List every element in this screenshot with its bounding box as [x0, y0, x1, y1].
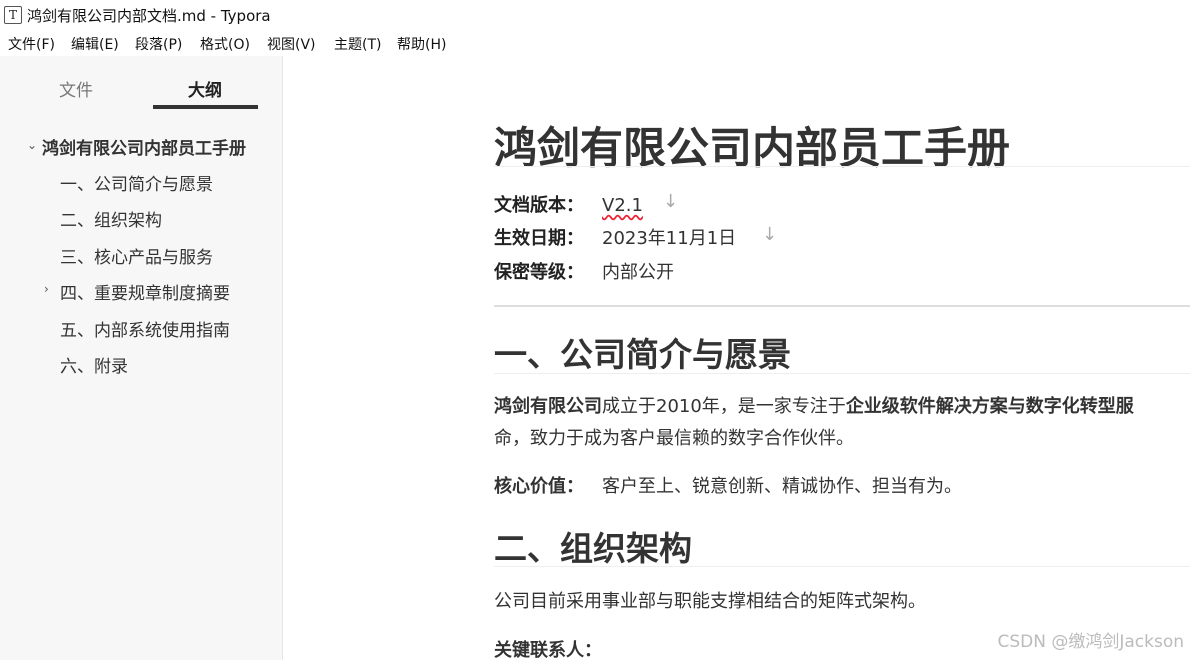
bold-business-focus: 企业级软件解决方案与数字化转型服 [845, 396, 1134, 417]
active-tab-indicator [153, 105, 258, 109]
tab-files[interactable]: 文件 [59, 76, 93, 101]
typora-app-icon: T [4, 6, 22, 24]
core-values-label: 核心价值： [494, 476, 584, 497]
paragraph-org: 公司目前采用事业部与职能支撑相结合的矩阵式架构。 [494, 591, 926, 612]
window-title: 鸿剑有限公司内部文档.md - Typora [27, 7, 271, 25]
arrow-down-icon: ↓ [762, 224, 778, 245]
arrow-down-icon: ↓ [663, 191, 679, 212]
paragraph-intro: 鸿剑有限公司成立于2010年，是一家专注于企业级软件解决方案与数字化转型服 [494, 391, 1134, 423]
menu-format[interactable]: 格式(O) [200, 34, 250, 54]
paragraph-intro-line2: 命，致力于成为客户最信赖的数字合作伙伴。 [494, 428, 854, 449]
editor-area[interactable]: 鸿剑有限公司内部员工手册 文档版本： V2.1 ↓ 生效日期： 2023年11月1日… [283, 56, 1190, 660]
meta-date-value: 2023年11月1日 [602, 228, 737, 249]
meta-confidentiality-value: 内部公开 [602, 262, 674, 283]
section-heading-1: 一、公司简介与愿景 [494, 335, 791, 374]
section-heading-2: 二、组织架构 [494, 529, 692, 568]
chevron-down-icon[interactable]: ⌄ [27, 138, 37, 152]
outline-item-root[interactable]: 鸿剑有限公司内部员工手册 [42, 134, 246, 159]
menu-bar: 文件(F) 编辑(E) 段落(P) 格式(O) 视图(V) 主题(T) 帮助(H… [0, 30, 1190, 56]
title-bar: T 鸿剑有限公司内部文档.md - Typora [0, 0, 1190, 30]
contacts-label: 关键联系人： [494, 640, 602, 660]
meta-version-value: V2.1 [602, 195, 643, 216]
horizontal-rule [494, 305, 1190, 307]
core-values-text: 客户至上、锐意创新、精诚协作、担当有为。 [602, 476, 962, 497]
chevron-right-icon[interactable]: › [44, 282, 49, 296]
outline-item-6[interactable]: 六、附录 [60, 352, 128, 377]
menu-theme[interactable]: 主题(T) [334, 34, 381, 54]
tab-outline[interactable]: 大纲 [188, 76, 222, 101]
csdn-watermark: CSDN @缴鸿剑Jackson [997, 632, 1184, 652]
heading-rule [494, 566, 1190, 567]
paragraph-core-values: 核心价值： 客户至上、锐意创新、精诚协作、担当有为。 [494, 471, 962, 503]
heading-rule [494, 373, 1190, 374]
menu-file[interactable]: 文件(F) [8, 34, 55, 54]
heading-rule [494, 166, 1190, 167]
paragraph-contacts: 关键联系人： [494, 635, 602, 660]
sidebar: 文件 大纲 ⌄ 鸿剑有限公司内部员工手册 一、公司简介与愿景 二、组织架构 三、… [0, 56, 283, 660]
meta-confidentiality-label: 保密等级： [494, 262, 584, 283]
bold-company-name: 鸿剑有限公司 [494, 396, 602, 417]
intro-text: 成立于2010年，是一家专注于 [602, 396, 846, 417]
outline-item-4[interactable]: 四、重要规章制度摘要 [60, 279, 230, 304]
outline-item-1[interactable]: 一、公司简介与愿景 [60, 170, 213, 195]
outline-item-2[interactable]: 二、组织架构 [60, 206, 162, 231]
meta-date: 生效日期： 2023年11月1日 [494, 224, 736, 250]
outline-item-3[interactable]: 三、核心产品与服务 [60, 243, 213, 268]
meta-confidentiality: 保密等级： 内部公开 [494, 258, 674, 284]
meta-date-label: 生效日期： [494, 228, 584, 249]
meta-version: 文档版本： V2.1 [494, 191, 643, 217]
menu-help[interactable]: 帮助(H) [397, 34, 446, 54]
menu-paragraph[interactable]: 段落(P) [135, 34, 182, 54]
menu-edit[interactable]: 编辑(E) [71, 34, 119, 54]
meta-version-label: 文档版本： [494, 195, 584, 216]
outline-item-5[interactable]: 五、内部系统使用指南 [60, 316, 230, 341]
menu-view[interactable]: 视图(V) [267, 34, 316, 54]
